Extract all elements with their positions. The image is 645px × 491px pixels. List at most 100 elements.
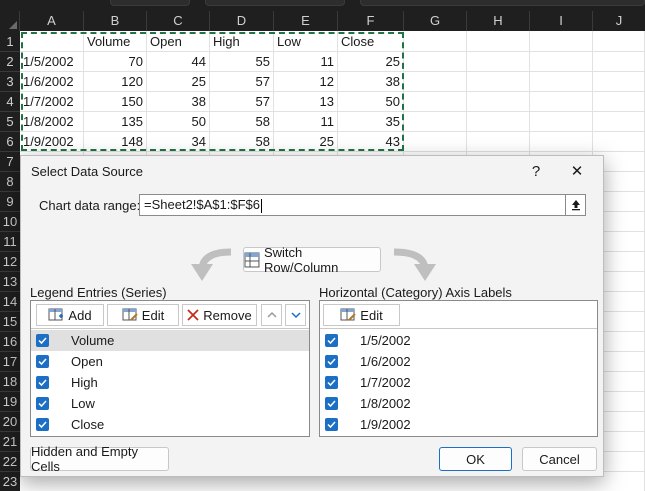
row-header[interactable]: 10 (0, 211, 20, 232)
row-header[interactable]: 5 (0, 111, 20, 132)
series-item-close[interactable]: Close (31, 414, 309, 435)
cell[interactable]: 1/5/2002 (20, 51, 84, 72)
cell[interactable]: 35 (338, 111, 404, 132)
cell[interactable]: Low (274, 31, 338, 52)
category-checkbox[interactable] (325, 334, 338, 347)
cell[interactable] (593, 131, 645, 152)
cell[interactable] (604, 431, 645, 452)
cell[interactable] (530, 131, 593, 152)
cell[interactable]: 70 (84, 51, 147, 72)
cell[interactable]: High (210, 31, 274, 52)
cell[interactable]: 34 (147, 131, 210, 152)
cell[interactable] (604, 351, 645, 372)
cell[interactable]: 44 (147, 51, 210, 72)
cell[interactable]: 57 (210, 91, 274, 112)
cell[interactable] (593, 31, 645, 52)
select-all-corner[interactable] (0, 11, 20, 31)
ribbon-tab-fragment[interactable] (110, 0, 190, 6)
column-header[interactable]: I (530, 11, 593, 31)
series-checkbox[interactable] (36, 355, 49, 368)
cell[interactable] (404, 111, 467, 132)
cell[interactable] (404, 91, 467, 112)
cell[interactable]: 13 (274, 91, 338, 112)
row-header[interactable]: 16 (0, 331, 20, 352)
collapse-dialog-button[interactable] (565, 195, 585, 215)
row-header[interactable]: 1 (0, 31, 20, 52)
category-checkbox[interactable] (325, 418, 338, 431)
cell[interactable] (604, 291, 645, 312)
column-header[interactable]: E (274, 11, 338, 31)
cell[interactable]: 150 (84, 91, 147, 112)
cell[interactable]: 25 (338, 51, 404, 72)
row-header[interactable]: 19 (0, 391, 20, 412)
cell[interactable]: 58 (210, 131, 274, 152)
category-item[interactable]: 1/8/2002 (320, 393, 597, 414)
column-header[interactable]: A (20, 11, 84, 31)
series-item-low[interactable]: Low (31, 393, 309, 414)
cell[interactable] (404, 71, 467, 92)
cell[interactable] (604, 171, 645, 192)
cell[interactable]: Open (147, 31, 210, 52)
row-header[interactable]: 6 (0, 131, 20, 152)
cell[interactable] (604, 331, 645, 352)
row-header[interactable]: 3 (0, 71, 20, 92)
chart-data-range-input[interactable]: =Sheet2!$A$1:$F$6 (139, 194, 586, 216)
column-header[interactable]: D (210, 11, 274, 31)
row-header[interactable]: 8 (0, 171, 20, 192)
series-checkbox[interactable] (36, 397, 49, 410)
cell[interactable]: 120 (84, 71, 147, 92)
cell[interactable] (604, 251, 645, 272)
cell[interactable] (467, 111, 530, 132)
close-button[interactable]: ✕ (565, 161, 589, 183)
cell[interactable]: 11 (274, 51, 338, 72)
cell[interactable] (467, 51, 530, 72)
cell[interactable] (604, 311, 645, 332)
cell[interactable]: 12 (274, 71, 338, 92)
row-header[interactable]: 11 (0, 231, 20, 252)
series-item-high[interactable]: High (31, 372, 309, 393)
cell[interactable]: 148 (84, 131, 147, 152)
cell[interactable] (604, 191, 645, 212)
cell[interactable] (467, 91, 530, 112)
column-header[interactable]: G (404, 11, 467, 31)
cell[interactable]: 1/6/2002 (20, 71, 84, 92)
dialog-titlebar[interactable]: Select Data Source ? ✕ (21, 156, 603, 188)
cell[interactable]: 38 (147, 91, 210, 112)
series-item-volume[interactable]: Volume (31, 330, 309, 351)
series-checkbox[interactable] (36, 418, 49, 431)
cell[interactable] (404, 131, 467, 152)
column-header[interactable]: F (338, 11, 404, 31)
cell[interactable] (404, 31, 467, 52)
cell[interactable] (604, 471, 645, 491)
series-item-open[interactable]: Open (31, 351, 309, 372)
cell[interactable]: 11 (274, 111, 338, 132)
help-button[interactable]: ? (524, 161, 548, 183)
row-header[interactable]: 21 (0, 431, 20, 452)
cell[interactable] (593, 91, 645, 112)
edit-axis-labels-button[interactable]: Edit (323, 304, 400, 326)
cell[interactable] (593, 71, 645, 92)
switch-row-column-button[interactable]: Switch Row/Column (243, 245, 381, 275)
category-checkbox[interactable] (325, 397, 338, 410)
edit-series-button[interactable]: Edit (107, 304, 179, 326)
row-header[interactable]: 22 (0, 451, 20, 472)
cell[interactable]: 1/9/2002 (20, 131, 84, 152)
column-header[interactable]: J (593, 11, 645, 31)
cell[interactable]: 38 (338, 71, 404, 92)
row-header[interactable]: 18 (0, 371, 20, 392)
cell[interactable]: 50 (147, 111, 210, 132)
category-item[interactable]: 1/6/2002 (320, 351, 597, 372)
cell[interactable] (604, 451, 645, 472)
row-header[interactable]: 14 (0, 291, 20, 312)
category-checkbox[interactable] (325, 355, 338, 368)
row-header[interactable]: 20 (0, 411, 20, 432)
column-header[interactable]: B (84, 11, 147, 31)
cell[interactable] (593, 111, 645, 132)
cell[interactable] (530, 51, 593, 72)
cell[interactable]: Close (338, 31, 404, 52)
series-checkbox[interactable] (36, 334, 49, 347)
row-header[interactable]: 23 (0, 471, 20, 491)
cell[interactable]: 50 (338, 91, 404, 112)
cell[interactable]: 55 (210, 51, 274, 72)
row-header[interactable]: 12 (0, 251, 20, 272)
